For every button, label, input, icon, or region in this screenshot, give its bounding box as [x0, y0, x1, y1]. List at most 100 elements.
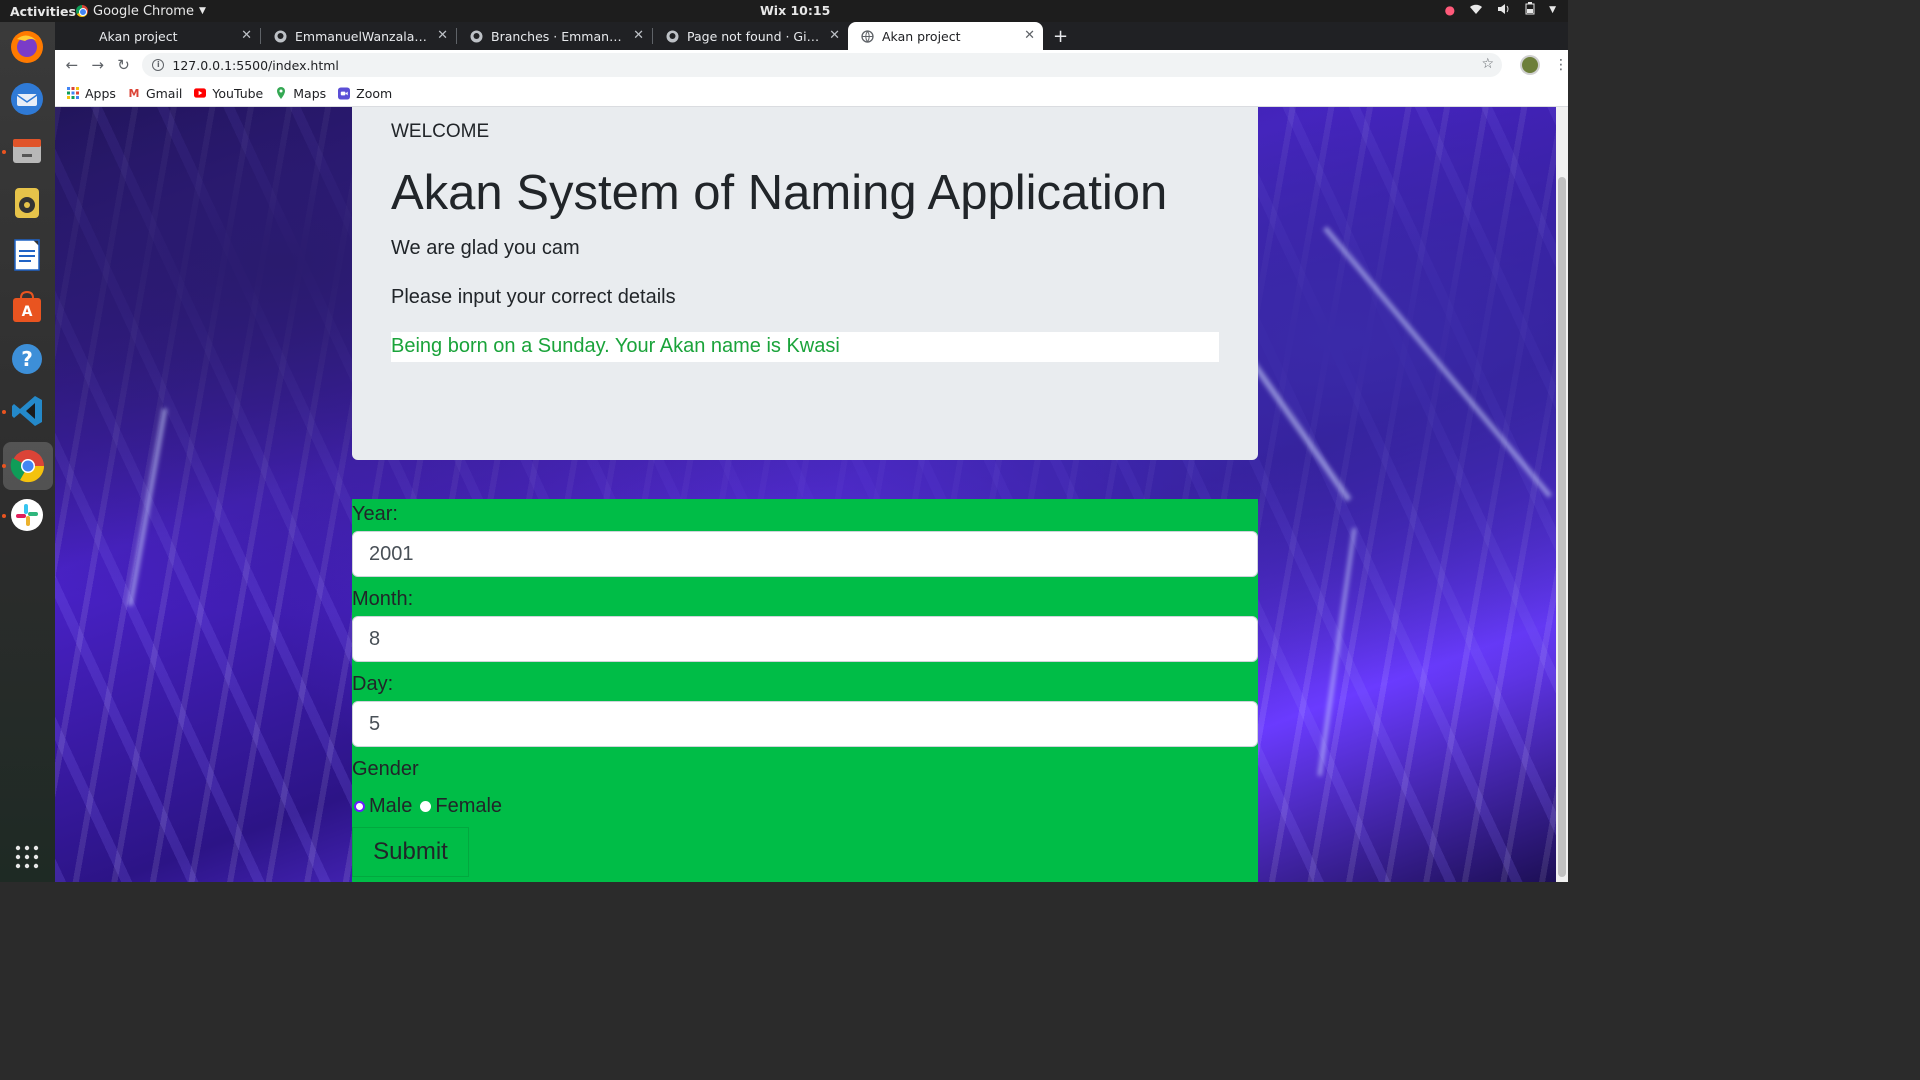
app-menu-label: Google Chrome — [93, 3, 194, 19]
tab-akan-project-active[interactable]: Akan project ✕ — [848, 22, 1043, 50]
welcome-card: WELCOME Akan System of Naming Applicatio… — [352, 107, 1258, 460]
close-icon[interactable]: ✕ — [241, 28, 252, 43]
bookmark-label: YouTube — [212, 85, 264, 101]
profile-avatar[interactable] — [1520, 55, 1540, 75]
bookmark-gmail[interactable]: M Gmail — [128, 86, 182, 101]
url-text: 127.0.0.1:5500/index.html — [172, 57, 339, 73]
running-indicator — [2, 514, 6, 518]
close-icon[interactable]: ✕ — [1024, 28, 1035, 43]
globe-icon — [860, 29, 874, 43]
tab-strip: Akan project ✕ EmmanuelWanzala/week ✕ Br… — [55, 22, 1568, 50]
year-label: Year: — [352, 503, 398, 525]
tab-title: Branches · EmmanuelWar — [491, 28, 626, 44]
chrome-icon — [76, 5, 88, 17]
running-indicator — [2, 464, 6, 468]
day-label: Day: — [352, 673, 394, 695]
background-light-streak — [1323, 226, 1552, 498]
welcome-heading: WELCOME — [391, 121, 490, 142]
bookmark-label: Gmail — [145, 85, 183, 101]
app-menu[interactable]: Google Chrome ▼ — [76, 4, 206, 19]
system-top-bar: Activities Google Chrome ▼ Wix 10:15 ● ▼ — [0, 0, 1568, 22]
files-icon[interactable] — [8, 132, 46, 170]
tab-title: EmmanuelWanzala/week — [295, 28, 430, 44]
browser-toolbar: ← → ↻ i 127.0.0.1:5500/index.html ☆ ⋮ — [55, 50, 1568, 80]
zoom-icon — [338, 87, 351, 99]
akan-name-result: Being born on a Sunday. Your Akan name i… — [391, 332, 1219, 362]
thunderbird-icon[interactable] — [8, 80, 46, 118]
forward-arrow-icon[interactable]: → — [85, 56, 111, 74]
tab-title: Page not found · GitHub — [687, 28, 822, 44]
instruction-text: Please input your correct details — [391, 286, 676, 308]
help-icon[interactable]: ? — [8, 340, 46, 378]
reload-icon[interactable]: ↻ — [111, 56, 137, 74]
chrome-dock-icon[interactable] — [3, 442, 53, 490]
gender-radio-group: Male Female — [352, 795, 502, 818]
github-icon — [273, 29, 287, 43]
month-label: Month: — [352, 588, 414, 610]
youtube-icon — [194, 87, 207, 99]
bookmark-star-icon[interactable]: ☆ — [1482, 56, 1495, 72]
bookmarks-bar: Apps M Gmail YouTube Maps Zoom — [55, 80, 1568, 107]
tab-title: Akan project — [99, 28, 178, 44]
svg-text:A: A — [22, 304, 33, 320]
tab-github-not-found[interactable]: Page not found · GitHub ✕ — [653, 22, 848, 50]
system-menu-caret-icon[interactable]: ▼ — [1549, 5, 1556, 15]
bookmark-label: Maps — [293, 85, 327, 101]
blank-icon — [77, 29, 91, 43]
submit-button[interactable]: Submit — [352, 827, 469, 877]
female-radio[interactable] — [420, 801, 432, 812]
birth-details-form: Year: 2001 Month: 8 Day: 5 Gender Male F… — [352, 499, 1258, 882]
show-applications-icon[interactable] — [8, 838, 46, 876]
vscode-icon[interactable] — [8, 392, 46, 430]
clock[interactable]: Wix 10:15 — [760, 3, 830, 18]
github-icon — [665, 29, 679, 43]
notification-app-icon[interactable]: ● — [1445, 3, 1455, 17]
close-icon[interactable]: ✕ — [633, 28, 644, 43]
address-bar[interactable]: i 127.0.0.1:5500/index.html ☆ — [142, 53, 1503, 77]
site-info-icon[interactable]: i — [152, 59, 165, 71]
gmail-icon: M — [128, 86, 140, 100]
rhythmbox-icon[interactable] — [8, 184, 46, 222]
month-input[interactable]: 8 — [352, 616, 1258, 662]
kebab-menu-icon[interactable]: ⋮ — [1554, 57, 1568, 73]
caret-down-icon: ▼ — [198, 6, 206, 16]
system-tray[interactable]: ● ▼ — [1445, 2, 1556, 18]
gender-label: Gender — [352, 758, 419, 780]
software-center-icon[interactable]: A — [8, 288, 46, 326]
wifi-icon[interactable] — [1469, 3, 1483, 18]
close-icon[interactable]: ✕ — [829, 28, 840, 43]
bookmark-label: Zoom — [356, 85, 393, 101]
firefox-icon[interactable] — [8, 28, 46, 66]
greeting-text: We are glad you cam — [391, 237, 580, 259]
background-light-streak — [1317, 527, 1357, 777]
tab-title: Akan project — [882, 28, 961, 44]
bookmark-maps[interactable]: Maps — [275, 86, 326, 101]
day-input[interactable]: 5 — [352, 701, 1258, 747]
bookmark-apps[interactable]: Apps — [67, 86, 116, 101]
running-indicator — [2, 150, 6, 154]
bookmark-youtube[interactable]: YouTube — [194, 86, 263, 101]
scrollbar-thumb[interactable] — [1558, 177, 1566, 877]
male-radio-label[interactable]: Male — [369, 795, 412, 818]
slack-icon[interactable] — [8, 496, 46, 534]
male-radio[interactable] — [354, 801, 365, 812]
battery-icon[interactable] — [1525, 2, 1535, 18]
tab-github-repo[interactable]: EmmanuelWanzala/week ✕ — [261, 22, 456, 50]
female-radio-label[interactable]: Female — [435, 795, 502, 818]
bookmark-label: Apps — [85, 85, 116, 101]
dock: A ? — [0, 22, 55, 882]
libreoffice-writer-icon[interactable] — [8, 236, 46, 274]
volume-icon[interactable] — [1497, 3, 1511, 18]
year-input[interactable]: 2001 — [352, 531, 1258, 577]
svg-text:?: ? — [21, 347, 33, 371]
tab-akan-project-1[interactable]: Akan project ✕ — [65, 22, 260, 50]
page-title: Akan System of Naming Application — [391, 166, 1168, 220]
back-arrow-icon[interactable]: ← — [59, 56, 85, 74]
tab-github-branches[interactable]: Branches · EmmanuelWar ✕ — [457, 22, 652, 50]
running-indicator — [2, 410, 6, 414]
activities-button[interactable]: Activities — [0, 4, 76, 19]
bookmark-zoom[interactable]: Zoom — [338, 86, 392, 101]
new-tab-button[interactable]: + — [1043, 22, 1078, 50]
close-icon[interactable]: ✕ — [437, 28, 448, 43]
page-scrollbar[interactable] — [1556, 107, 1568, 882]
